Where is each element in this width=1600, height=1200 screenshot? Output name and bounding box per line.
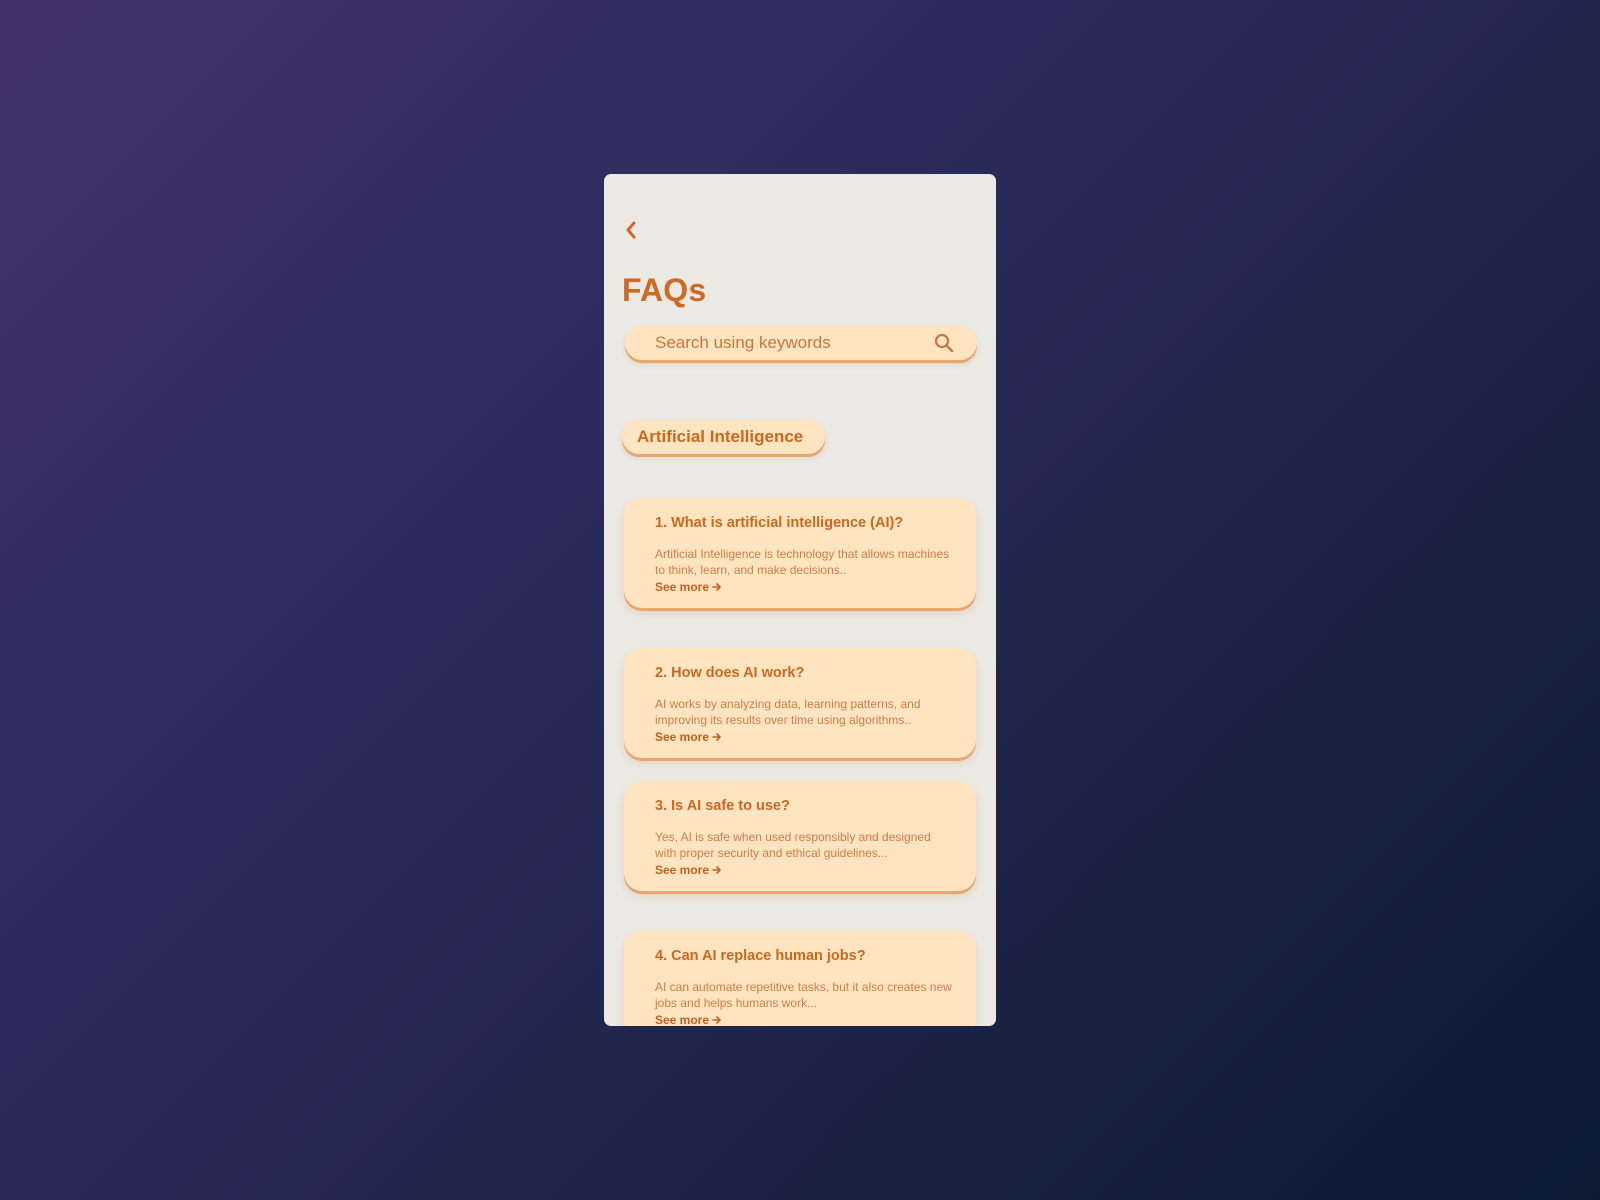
faq-card[interactable]: 2. How does AI work? AI works by analyzi… bbox=[624, 648, 976, 758]
faq-answer: AI can automate repetitive tasks, but it… bbox=[655, 980, 952, 1010]
arrow-right-icon bbox=[712, 865, 722, 875]
see-more-label: See more bbox=[655, 730, 710, 744]
faq-answer: AI works by analyzing data, learning pat… bbox=[655, 697, 921, 727]
faq-question: 4. Can AI replace human jobs? bbox=[655, 948, 866, 964]
arrow-right-icon bbox=[712, 732, 722, 742]
faq-answer: Yes, AI is safe when used responsibly an… bbox=[655, 830, 931, 860]
see-more-label: See more bbox=[655, 863, 710, 877]
page-title: FAQs bbox=[622, 272, 707, 308]
faq-card[interactable]: 1. What is artificial intelligence (AI)?… bbox=[624, 498, 976, 608]
see-more-label: See more bbox=[655, 1013, 710, 1026]
faq-card[interactable]: 3. Is AI safe to use? Yes, AI is safe wh… bbox=[624, 781, 976, 891]
see-more-link[interactable]: See more bbox=[655, 1012, 722, 1026]
see-more-link[interactable]: See more bbox=[655, 862, 722, 878]
see-more-link[interactable]: See more bbox=[655, 579, 722, 595]
arrow-right-icon bbox=[712, 1015, 722, 1025]
chevron-left-icon bbox=[626, 221, 636, 239]
faq-card[interactable]: 4. Can AI replace human jobs? AI can aut… bbox=[624, 931, 976, 1026]
see-more-link[interactable]: See more bbox=[655, 729, 722, 745]
search-icon[interactable] bbox=[933, 332, 955, 354]
back-button[interactable] bbox=[620, 218, 642, 242]
faq-question: 3. Is AI safe to use? bbox=[655, 798, 790, 814]
arrow-right-icon bbox=[712, 582, 722, 592]
faq-answer: Artificial Intelligence is technology th… bbox=[655, 547, 950, 577]
category-chip-artificial-intelligence[interactable]: Artificial Intelligence bbox=[622, 420, 826, 454]
see-more-label: See more bbox=[655, 580, 710, 594]
faq-question: 1. What is artificial intelligence (AI)? bbox=[655, 515, 904, 531]
search-bar[interactable] bbox=[625, 326, 977, 360]
faq-screen: FAQs Artificial Intelligence 1. What is … bbox=[604, 174, 996, 1026]
search-input[interactable] bbox=[655, 333, 933, 353]
faq-question: 2. How does AI work? bbox=[655, 665, 805, 681]
